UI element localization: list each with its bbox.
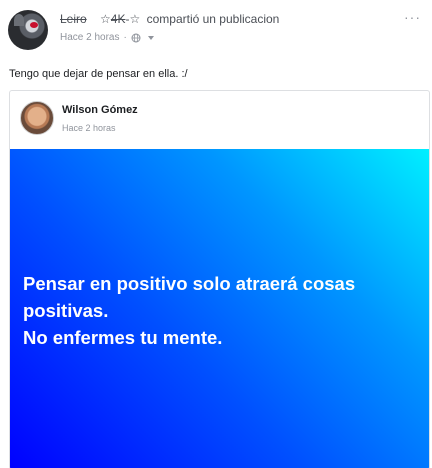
shared-action-text: compartió un publicacion (146, 12, 280, 26)
shared-post-message: Pensar en positivo solo atraerá cosas po… (23, 270, 403, 351)
avatar-ear (14, 14, 24, 26)
privacy-caret-icon[interactable] (147, 35, 154, 40)
message-line-3: No enfermes tu mente. (23, 327, 223, 348)
shared-author-name[interactable]: Wilson Gómez (62, 104, 138, 116)
shared-post-header: Wilson Gómez Hace 2 horas (10, 91, 429, 149)
author-name[interactable]: Leiro (60, 12, 87, 26)
ellipsis-icon[interactable]: ··· (404, 10, 420, 28)
shared-author-avatar[interactable] (20, 101, 54, 135)
post-meta: Hace 2 horas · (60, 32, 154, 43)
avatar-eye (30, 22, 38, 28)
post-header: Leiro ☆4K-☆ compartió un publicacion Hac… (8, 8, 424, 50)
badge-text: 4K (110, 12, 126, 26)
message-line-2: positivas. (23, 300, 109, 321)
post-timestamp[interactable]: Hace 2 horas (60, 32, 119, 43)
shared-post-card[interactable]: Wilson Gómez Hace 2 horas Pensar en posi… (9, 90, 430, 468)
globe-icon[interactable] (131, 33, 141, 43)
author-avatar[interactable] (8, 10, 48, 50)
post-header-line: Leiro ☆4K-☆ compartió un publicacion (60, 12, 279, 26)
message-line-1: Pensar en positivo solo atraerá cosas (23, 273, 356, 294)
shared-post-timestamp[interactable]: Hace 2 horas (62, 123, 116, 133)
badge-star-right: ☆ (129, 12, 141, 26)
badge-star-left: ☆ (100, 12, 111, 26)
meta-separator: · (123, 32, 127, 43)
author-badge: ☆4K-☆ (100, 12, 141, 26)
post-text: Tengo que dejar de pensar en ella. :/ (9, 68, 188, 80)
shared-post-image[interactable]: Pensar en positivo solo atraerá cosas po… (10, 149, 429, 468)
